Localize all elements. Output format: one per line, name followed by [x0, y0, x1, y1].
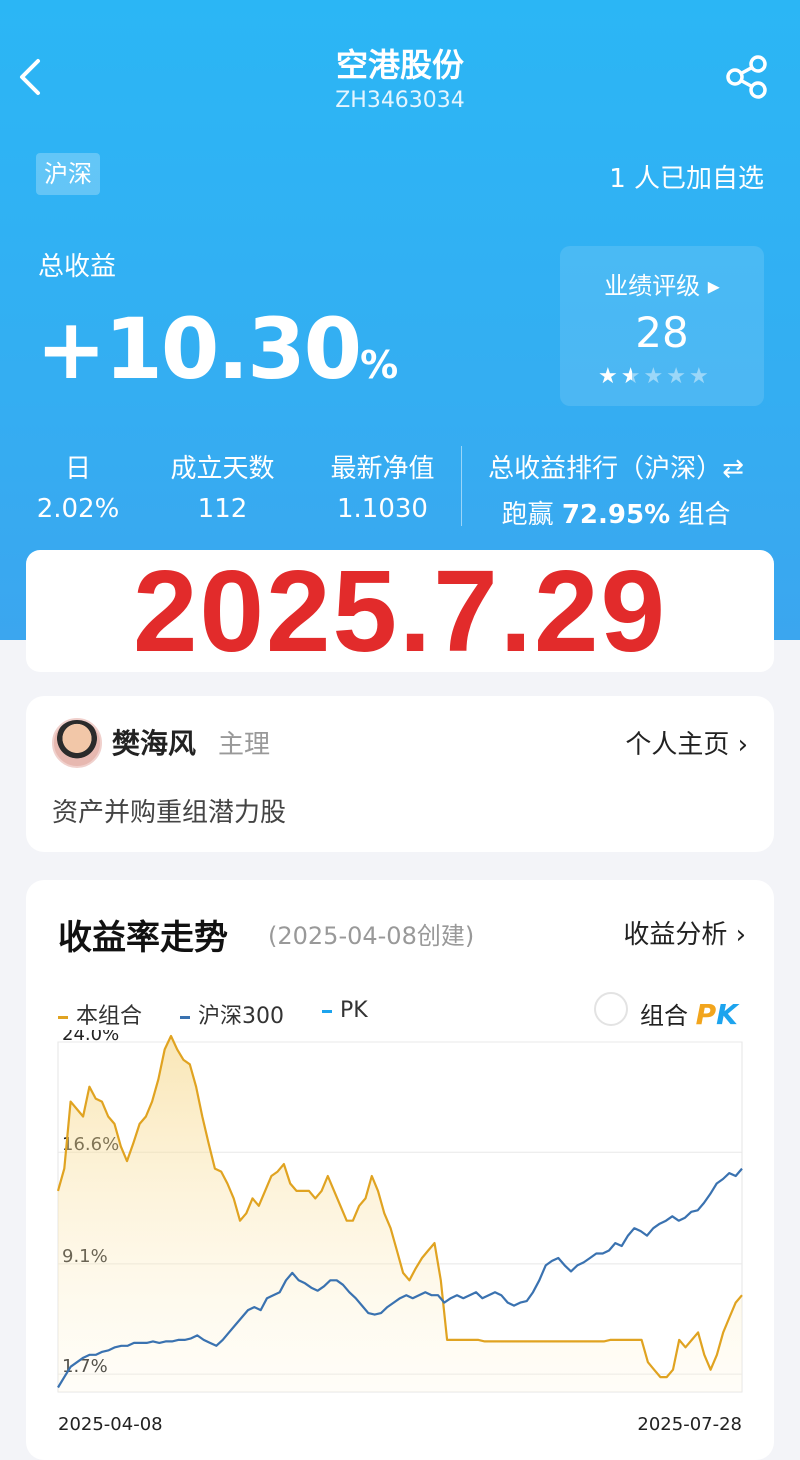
total-return-number: +10.30 — [36, 300, 362, 398]
legend-index-label: 沪深300 — [198, 1004, 284, 1029]
legend-index[interactable]: 沪深300 — [180, 998, 284, 1030]
manager-card: 樊海风 主理 个人主页 › 资产并购重组潜力股 — [26, 696, 774, 852]
pk-toggle-text: 组合 — [640, 1002, 688, 1030]
legend-combo-label: 本组合 — [76, 1004, 143, 1029]
performance-rating-card[interactable]: 业绩评级 ▸ 28 ★★★★★ — [560, 246, 764, 406]
return-analysis-link[interactable]: 收益分析 › — [623, 914, 746, 951]
manager-role: 主理 — [218, 730, 271, 760]
rating-value: 28 — [635, 308, 689, 357]
total-return-unit: % — [360, 343, 398, 387]
portfolio-description: 资产并购重组潜力股 — [52, 798, 287, 828]
chart-created-date: (2025-04-08创建) — [268, 922, 475, 950]
legend-pk-swatch — [322, 1009, 332, 1013]
rating-stars: ★★★★★ — [598, 364, 712, 389]
star-icon-empty: ★ — [666, 364, 689, 389]
series-combo-area — [58, 1036, 742, 1392]
pk-logo-k: K — [716, 998, 738, 1031]
chart-title: 收益率走势 — [58, 918, 228, 958]
stat-days-label: 成立天数 — [170, 454, 275, 484]
star-icon-full: ★ — [598, 364, 621, 389]
stat-nav-label: 最新净值 — [330, 454, 435, 484]
pk-toggle-label[interactable]: 组合 PK — [640, 996, 738, 1031]
portfolio-code: ZH3463034 — [335, 88, 465, 113]
stat-daily-label: 日 — [64, 454, 91, 484]
homepage-link[interactable]: 个人主页 › — [625, 724, 748, 761]
legend-combo-swatch — [58, 1015, 68, 1019]
follower-count: 1 人已加自选 — [609, 164, 764, 194]
rank-label[interactable]: 总收益排行（沪深）⇄ — [466, 448, 766, 485]
x-tick-start: 2025-04-08 — [58, 1414, 163, 1435]
rating-label: 业绩评级 ▸ — [604, 272, 720, 300]
rank-suffix: 组合 — [670, 500, 731, 530]
stat-daily-value: 2.02% — [36, 494, 120, 524]
return-trend-card: 收益率走势 (2025-04-08创建) 收益分析 › 本组合 沪深300 PK… — [26, 880, 774, 1460]
rank-value: 跑赢 72.95% 组合 — [466, 494, 766, 531]
market-tag: 沪深 — [36, 153, 100, 195]
manager-name[interactable]: 樊海风 — [112, 722, 196, 762]
avatar[interactable] — [52, 718, 102, 768]
legend-pk-label: PK — [340, 998, 368, 1023]
rank-percent: 72.95% — [561, 500, 671, 530]
total-return-value: +10.30% — [36, 300, 398, 398]
star-icon-empty: ★ — [643, 364, 667, 389]
pk-logo: PK — [696, 998, 738, 1031]
stats-divider — [461, 446, 462, 526]
stat-nav-value: 1.1030 — [337, 494, 428, 524]
star-icon-half: ★ — [620, 364, 644, 389]
pk-logo-p: P — [695, 998, 717, 1031]
return-trend-chart: 24.0%16.6%9.1%1.7%2025-04-082025-07-28 — [56, 1030, 743, 1435]
pk-toggle-radio[interactable] — [594, 992, 628, 1026]
page-title: 空港股份 — [335, 46, 464, 84]
legend-index-swatch — [180, 1015, 190, 1019]
share-icon[interactable] — [724, 54, 770, 100]
legend-pk[interactable]: PK — [322, 998, 368, 1023]
legend-combo[interactable]: 本组合 — [58, 998, 142, 1030]
y-tick-label: 24.0% — [62, 1030, 119, 1045]
star-icon-empty: ★ — [688, 364, 712, 389]
x-tick-end: 2025-07-28 — [637, 1414, 742, 1435]
rank-prefix: 跑赢 — [501, 500, 562, 530]
stat-days-value: 112 — [197, 494, 248, 524]
total-return-label: 总收益 — [38, 252, 117, 282]
date-banner: 2025.7.29 — [26, 550, 774, 672]
